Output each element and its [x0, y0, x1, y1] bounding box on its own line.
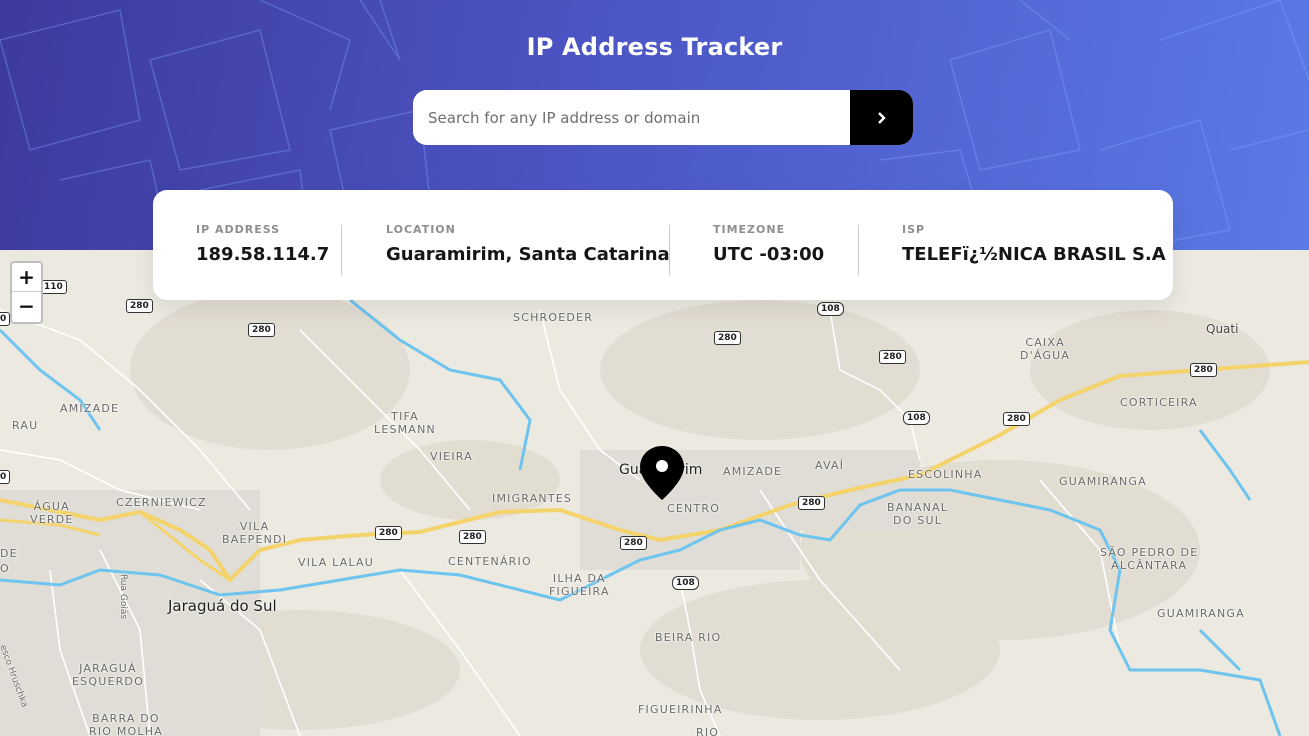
map-label: AMIZADE [723, 465, 783, 478]
highway-shield: 280 [1190, 363, 1217, 377]
highway-shield: 108 [817, 302, 844, 316]
ip-address-label: IP ADDRESS [196, 223, 281, 236]
map-label: SÃO PEDRO DE ALCÂNTARA [1100, 546, 1199, 572]
zoom-in-button[interactable]: + [12, 263, 41, 292]
street-label: Rua Goiás [118, 573, 129, 620]
map-label: VIEIRA [430, 450, 473, 463]
map-label: CENTENÁRIO [448, 555, 532, 568]
location-pin-icon[interactable] [639, 445, 685, 501]
highway-shield: 280 [1003, 412, 1030, 426]
divider [858, 225, 859, 275]
divider [341, 225, 342, 275]
map-label: CZERNIEWICZ [116, 496, 207, 509]
search-bar [413, 90, 913, 145]
search-submit-button[interactable] [850, 90, 913, 145]
map-label: BARRA DO RIO MOLHA [89, 712, 163, 736]
location-section: LOCATION Guaramirim, Santa Catarina [386, 223, 670, 265]
map-label: DE [0, 547, 18, 560]
highway-shield: 0 [0, 312, 11, 326]
map-label: CENTRO [667, 502, 721, 515]
timezone-section: TIMEZONE UTC -03:00 [713, 223, 824, 265]
map-label: IMIGRANTES [492, 492, 573, 505]
ip-info-card: IP ADDRESS 189.58.114.7 LOCATION Guarami… [153, 190, 1173, 300]
highway-shield: 280 [126, 299, 153, 313]
map-label: TIFA LESMANN [374, 410, 436, 436]
highway-shield: 280 [714, 331, 741, 345]
map-label-city: Jaraguá do Sul [168, 597, 277, 615]
highway-shield: 280 [459, 530, 486, 544]
highway-shield: 280 [798, 496, 825, 510]
highway-shield: 108 [672, 576, 699, 590]
map-label: ÁGUA VERDE [30, 500, 74, 526]
location-label: LOCATION [386, 223, 456, 236]
map-label: BEIRA RIO [655, 631, 722, 644]
highway-shield: 280 [248, 323, 275, 337]
highway-shield: 280 [375, 526, 402, 540]
map-label: ESCOLINHA [908, 468, 983, 481]
map-label: VILA BAEPENDI [222, 520, 288, 546]
page-title: IP Address Tracker [526, 33, 783, 61]
timezone-label: TIMEZONE [713, 223, 786, 236]
divider [669, 225, 670, 275]
highway-shield: 280 [879, 350, 906, 364]
isp-value: TELEFï¿½NICA BRASIL S.A [902, 244, 1166, 265]
timezone-value: UTC -03:00 [713, 244, 825, 265]
map-label: VILA LALAU [298, 556, 375, 569]
search-input[interactable] [413, 90, 850, 145]
highway-shield: 0 [0, 470, 11, 484]
chevron-right-icon [877, 111, 886, 124]
location-value: Guaramirim, Santa Catarina [386, 244, 670, 265]
isp-section: ISP TELEFï¿½NICA BRASIL S.A [902, 223, 1166, 265]
map-label: Quati [1206, 322, 1239, 336]
map-label: CAIXA D'ÁGUA [1020, 336, 1071, 362]
map-label: JARAGUÁ ESQUERDO [72, 662, 144, 688]
highway-shield: 110 [40, 280, 67, 294]
map-label: GUAMIRANGA [1059, 475, 1147, 488]
zoom-out-button[interactable]: − [12, 292, 41, 321]
highway-shield: 108 [903, 411, 930, 425]
ip-address-section: IP ADDRESS 189.58.114.7 [196, 223, 329, 265]
map-label: O [0, 562, 10, 575]
map-label: RIO [696, 726, 720, 736]
map-label: CORTICEIRA [1120, 396, 1198, 409]
zoom-controls: + − [10, 261, 43, 324]
map-label: FIGUEIRINHA [638, 703, 723, 716]
map-label: SCHROEDER [513, 311, 594, 324]
isp-label: ISP [902, 223, 926, 236]
map-label: ILHA DA FIGUEIRA [549, 572, 610, 598]
map-label: AMIZADE [60, 402, 120, 415]
map-label: AVAÍ [815, 459, 845, 472]
map-label: RAU [12, 419, 39, 432]
map-label: BANANAL DO SUL [887, 501, 949, 527]
ip-address-value: 189.58.114.7 [196, 244, 330, 265]
highway-shield: 280 [620, 536, 647, 550]
map-label: GUAMIRANGA [1157, 607, 1245, 620]
